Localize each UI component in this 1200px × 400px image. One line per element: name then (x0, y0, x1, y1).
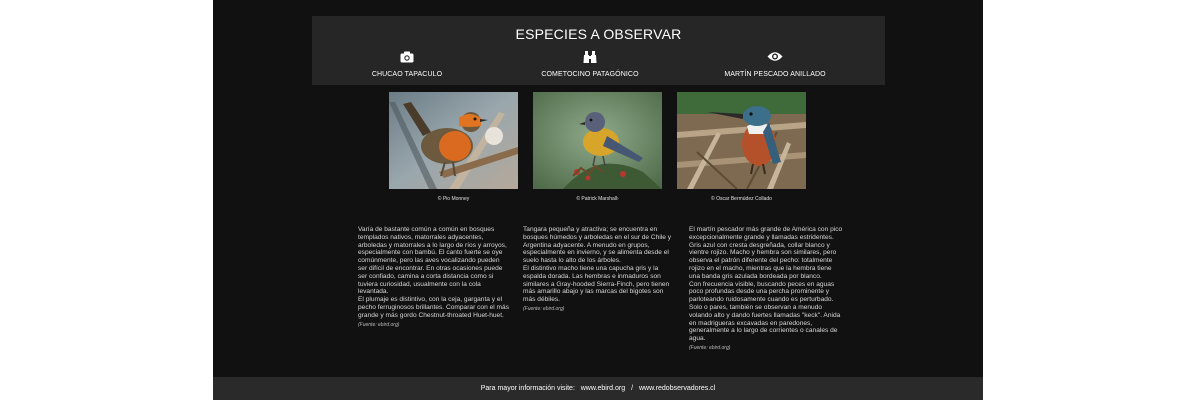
page-content: ESPECIES A OBSERVAR CHUCAO TAPACULO COME… (213, 0, 983, 400)
species-label: CHUCAO TAPACULO (371, 71, 443, 78)
species-column-martin-pescador[interactable]: MARTÍN PESCADO ANILLADO (680, 51, 870, 78)
martin-pescador-photo (677, 92, 806, 189)
description-paragraph: Varía de bastante común a común en bosqu… (358, 226, 507, 296)
species-description-chucao: Varía de bastante común a común en bosqu… (358, 226, 510, 329)
photo-credit: © Pio Monney (437, 196, 470, 202)
footer-prefix: Para mayor información visite: (480, 385, 575, 392)
footer: Para mayor información visite: www.ebird… (213, 377, 983, 400)
species-header: ESPECIES A OBSERVAR CHUCAO TAPACULO COME… (312, 16, 885, 85)
description-paragraph: El plumaje es distintivo, con la ceja, g… (358, 296, 509, 319)
photo-credit: © Oscar Bermúdez Collado (711, 196, 772, 202)
page-title: ESPECIES A OBSERVAR (515, 26, 682, 42)
description-paragraph: El martín pescador más grande de América… (689, 226, 843, 280)
photo-credit: © Patrick Marshall› (576, 196, 619, 202)
eye-icon (680, 51, 870, 67)
species-label: COMETOCINO PATAGÓNICO (541, 71, 639, 78)
footer-separator: / (631, 385, 634, 392)
description-paragraph: El distintivo macho tiene una capucha gr… (523, 264, 670, 304)
chucao-tapaculo-photo (389, 92, 518, 189)
species-description-martin-pescador: El martín pescador más grande de América… (689, 226, 843, 353)
description-paragraph: Con frecuencia visible, buscando peces e… (689, 280, 841, 343)
ebird-link[interactable]: www.ebird.org (581, 385, 625, 392)
source-note: (Fuente: ebird.org) (523, 305, 565, 312)
camera-icon (312, 51, 502, 67)
species-label: MARTÍN PESCADO ANILLADO (724, 71, 826, 78)
source-note: (Fuente: ebird.org) (689, 344, 731, 351)
description-paragraph: Tangara pequeña y atractiva; se encuentr… (523, 226, 672, 265)
cometocino-patagonico-photo (533, 92, 662, 189)
species-column-chucao[interactable]: CHUCAO TAPACULO (312, 51, 502, 78)
source-note: (Fuente: ebird.org) (358, 321, 400, 328)
species-description-cometocino: Tangara pequeña y atractiva; se encuentr… (523, 226, 675, 314)
binoculars-icon (495, 51, 685, 67)
species-column-cometocino[interactable]: COMETOCINO PATAGÓNICO (495, 51, 685, 78)
redobservadores-link[interactable]: www.redobservadores.cl (639, 385, 715, 392)
